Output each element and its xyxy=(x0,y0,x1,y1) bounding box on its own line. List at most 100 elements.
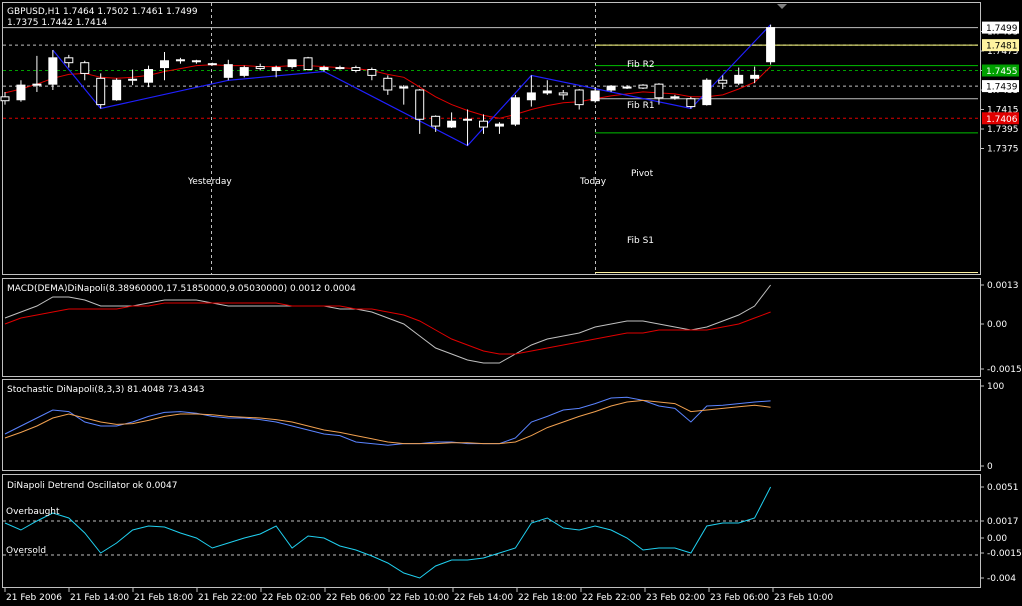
candle-body xyxy=(558,92,568,96)
candle-body xyxy=(223,64,233,78)
stoch-signal-line xyxy=(4,399,771,445)
macd-tick: 0.0013 xyxy=(987,281,1019,291)
candle[interactable] xyxy=(431,115,441,132)
candle-body xyxy=(239,67,249,76)
candle[interactable] xyxy=(367,67,377,81)
candle[interactable] xyxy=(415,89,425,134)
price-tag: 1.7406 xyxy=(982,112,1019,125)
macd-layer xyxy=(4,284,771,364)
candle[interactable] xyxy=(80,60,90,81)
candle-body xyxy=(16,84,26,101)
yesterday-label: Yesterday xyxy=(187,177,232,187)
candle[interactable] xyxy=(702,78,712,106)
candle[interactable] xyxy=(638,84,648,90)
candle[interactable] xyxy=(144,65,154,88)
candle[interactable] xyxy=(351,65,361,73)
time-tick: 21 Feb 22:00 xyxy=(198,593,257,603)
candle[interactable] xyxy=(447,112,457,129)
overbought-label: Overbaught xyxy=(6,507,60,517)
candle-body xyxy=(255,66,265,70)
price-tag: 1.7439 xyxy=(982,80,1019,93)
price-tick: 1.7375 xyxy=(987,145,1019,155)
main-panel-frame xyxy=(2,2,981,275)
candle-body xyxy=(766,27,776,63)
detrend-layer xyxy=(3,486,978,579)
time-tick: 22 Feb 14:00 xyxy=(454,593,513,603)
time-tick: 21 Feb 2006 xyxy=(6,593,62,603)
candle[interactable] xyxy=(16,80,26,102)
detrend-line xyxy=(4,486,772,579)
trading-chart[interactable]: 1.74951.74751.74551.74351.74151.73951.73… xyxy=(0,0,1022,606)
time-tick: 22 Feb 18:00 xyxy=(518,593,577,603)
candle-body xyxy=(112,79,122,101)
stoch-main-line xyxy=(4,396,771,446)
candle-body xyxy=(32,83,42,86)
oversold-label: Oversold xyxy=(6,546,46,556)
candle[interactable] xyxy=(526,75,536,107)
price-tick: 1.7395 xyxy=(987,125,1019,135)
candle[interactable] xyxy=(510,94,520,127)
stoch-header: Stochastic DiNapoli(8,3,3) 81.4048 73.43… xyxy=(7,385,204,395)
candle[interactable] xyxy=(494,122,504,134)
candle[interactable] xyxy=(287,59,297,69)
candle[interactable] xyxy=(574,89,584,110)
candle-body xyxy=(750,74,760,79)
stoch-tick: 0 xyxy=(987,462,993,472)
candle-body xyxy=(160,60,169,69)
candle-body xyxy=(718,79,728,84)
candle-body xyxy=(128,78,138,81)
candle-body xyxy=(702,79,712,106)
candle[interactable] xyxy=(463,109,473,146)
price-tag: 1.7499 xyxy=(982,21,1019,34)
candle[interactable] xyxy=(399,85,409,105)
detrend-tick: -0.004 xyxy=(987,574,1016,584)
time-tick: 21 Feb 14:00 xyxy=(70,593,129,603)
candle-body xyxy=(654,83,664,99)
candle[interactable] xyxy=(112,78,122,101)
pivot-label: Pivot xyxy=(631,169,654,179)
candle[interactable] xyxy=(766,24,776,65)
macd-tick: 0.00 xyxy=(987,320,1007,330)
candle-body xyxy=(638,84,648,89)
candles-layer[interactable] xyxy=(0,24,776,146)
candle-body xyxy=(191,60,201,63)
candle-body xyxy=(734,74,744,84)
candle-body xyxy=(207,63,217,66)
candle[interactable] xyxy=(96,73,106,109)
fib-r2-label: Fib R2 xyxy=(627,60,655,70)
time-tick: 23 Feb 10:00 xyxy=(774,593,833,603)
candle[interactable] xyxy=(303,56,313,71)
candle[interactable] xyxy=(383,75,393,95)
price-tag-text: 1.7455 xyxy=(986,67,1018,77)
candle[interactable] xyxy=(191,59,201,64)
candle[interactable] xyxy=(750,66,760,84)
candle-body xyxy=(447,120,457,128)
candle[interactable] xyxy=(335,65,345,70)
detrend-panel-frame xyxy=(2,474,981,588)
time-tick: 23 Feb 06:00 xyxy=(710,593,769,603)
price-tag-text: 1.7406 xyxy=(986,115,1018,125)
candle-body xyxy=(574,89,584,106)
candle[interactable] xyxy=(239,65,249,78)
candle[interactable] xyxy=(558,90,568,100)
candle-body xyxy=(494,123,504,127)
candle[interactable] xyxy=(223,59,233,81)
candle-body xyxy=(479,120,488,128)
macd-main-line xyxy=(4,284,771,364)
candle-body xyxy=(367,69,377,76)
candle-body xyxy=(271,67,281,71)
candle[interactable] xyxy=(48,50,58,90)
candle-body xyxy=(144,69,154,83)
candle-body xyxy=(415,89,425,120)
time-tick: 22 Feb 22:00 xyxy=(582,593,641,603)
candle[interactable] xyxy=(255,63,265,71)
candle-body xyxy=(622,86,632,89)
candle-body xyxy=(670,96,680,99)
price-axis-layer: 1.74951.74751.74551.74351.74151.73951.73… xyxy=(980,28,1022,584)
candle[interactable] xyxy=(160,51,169,81)
candle[interactable] xyxy=(175,57,185,64)
time-axis: 21 Feb 2006 21 Feb 14:00 21 Feb 18:00 21 Fe… xyxy=(4,588,833,603)
candle-body xyxy=(606,85,616,91)
candle[interactable] xyxy=(686,96,696,109)
candle[interactable] xyxy=(542,80,552,95)
